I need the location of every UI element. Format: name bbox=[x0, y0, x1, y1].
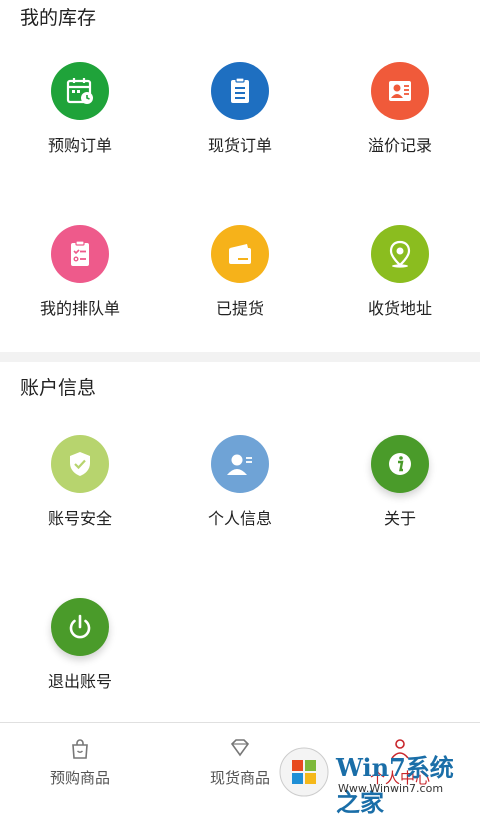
preorder-orders-label: 预购订单 bbox=[47, 136, 112, 155]
account-security-button[interactable]: 账号安全 bbox=[0, 435, 160, 529]
tab-preorder-goods[interactable]: 预购商品 bbox=[0, 723, 160, 801]
about-label: 关于 bbox=[383, 509, 416, 528]
shield-check-icon bbox=[51, 435, 109, 493]
logout-button[interactable]: 退出账号 bbox=[0, 598, 160, 692]
watermark-url: Www.Winwin7.com bbox=[338, 782, 444, 795]
shipping-address-button[interactable]: 收货地址 bbox=[320, 225, 480, 319]
account-section-title: 账户信息 bbox=[20, 377, 97, 399]
spot-orders-label: 现货订单 bbox=[207, 136, 272, 155]
inventory-section-title: 我的库存 bbox=[20, 7, 97, 29]
shipping-address-label: 收货地址 bbox=[367, 299, 432, 318]
shopping-bag-icon bbox=[0, 737, 160, 761]
my-queue-orders-label: 我的排队单 bbox=[39, 299, 120, 318]
info-icon bbox=[371, 435, 429, 493]
calendar-clock-icon bbox=[51, 62, 109, 120]
preorder-orders-button[interactable]: 预购订单 bbox=[0, 62, 160, 156]
premium-records-label: 溢价记录 bbox=[367, 136, 432, 155]
power-icon bbox=[51, 598, 109, 656]
spot-orders-button[interactable]: 现货订单 bbox=[160, 62, 320, 156]
wallet-icon bbox=[211, 225, 269, 283]
checklist-icon bbox=[51, 225, 109, 283]
picked-up-label: 已提货 bbox=[215, 299, 264, 318]
personal-info-label: 个人信息 bbox=[207, 509, 272, 528]
id-card-icon bbox=[371, 62, 429, 120]
premium-records-button[interactable]: 溢价记录 bbox=[320, 62, 480, 156]
my-queue-orders-button[interactable]: 我的排队单 bbox=[0, 225, 160, 319]
account-security-label: 账号安全 bbox=[47, 509, 112, 528]
logout-label: 退出账号 bbox=[47, 672, 112, 691]
personal-info-button[interactable]: 个人信息 bbox=[160, 435, 320, 529]
user-profile-icon bbox=[211, 435, 269, 493]
picked-up-button[interactable]: 已提货 bbox=[160, 225, 320, 319]
tab-preorder-goods-label: 预购商品 bbox=[49, 769, 110, 787]
section-divider bbox=[0, 352, 480, 362]
about-button[interactable]: 关于 bbox=[320, 435, 480, 529]
clipboard-icon bbox=[211, 62, 269, 120]
location-pin-icon bbox=[371, 225, 429, 283]
watermark: Win7系统之家 Www.Winwin7.com bbox=[274, 744, 474, 817]
